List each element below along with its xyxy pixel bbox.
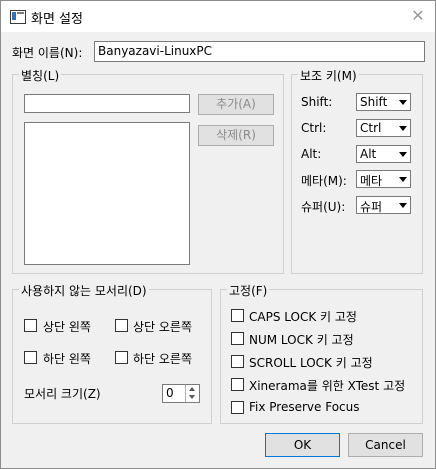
shift-select[interactable]: Shift (356, 93, 411, 111)
ctrl-select[interactable]: Ctrl (356, 119, 411, 137)
chevron-down-icon (399, 177, 407, 182)
num-lock-fix-checkbox[interactable] (231, 332, 244, 345)
chevron-down-icon (399, 126, 407, 131)
screen-settings-dialog: 화면 설정 ✕ 화면 이름(N): Banyazavi-LinuxPC 별칭(L… (0, 0, 436, 469)
add-alias-button[interactable]: 추가(A) (198, 94, 274, 115)
window-icon (10, 10, 26, 24)
num-lock-fix-label: NUM LOCK 키 고정 (249, 333, 354, 347)
close-icon[interactable]: ✕ (407, 6, 429, 26)
remove-alias-label: 삭제(R) (216, 128, 256, 142)
shift-select-value: Shift (360, 95, 388, 109)
cancel-label: Cancel (365, 438, 406, 452)
super-select-value: 슈퍼 (360, 200, 383, 214)
alias-input[interactable] (24, 94, 190, 113)
top-right-checkbox[interactable] (115, 319, 128, 332)
chevron-down-icon (399, 152, 407, 157)
scroll-lock-fix-label: SCROLL LOCK 키 고정 (249, 356, 373, 370)
chevron-down-icon (399, 100, 407, 105)
meta-select[interactable]: 메타 (356, 170, 411, 188)
ok-button[interactable]: OK (265, 433, 340, 457)
add-alias-label: 추가(A) (216, 97, 256, 111)
caps-lock-fix-checkbox[interactable] (231, 309, 244, 322)
modifier-label-super: 슈퍼(U): (301, 200, 346, 214)
remove-alias-button[interactable]: 삭제(R) (198, 125, 274, 146)
dead-corners-group-title: 사용하지 않는 모서리(D) (19, 282, 149, 299)
corner-size-spinner[interactable]: 0 (162, 384, 200, 403)
chevron-down-icon (399, 203, 407, 208)
alt-select[interactable]: Alt (356, 145, 411, 163)
screen-name-input[interactable]: Banyazavi-LinuxPC (94, 41, 425, 62)
spin-up-icon[interactable] (189, 387, 195, 391)
screen-name-label: 화면 이름(N): (12, 46, 83, 60)
corner-size-label: 모서리 크기(Z) (24, 387, 101, 401)
bottom-left-label: 하단 왼쪽 (43, 352, 91, 366)
spinner-buttons[interactable] (185, 385, 200, 402)
spin-down-icon[interactable] (189, 395, 195, 399)
top-left-checkbox[interactable] (24, 319, 37, 332)
meta-select-value: 메타 (360, 174, 383, 188)
aliases-group-title: 별칭(L) (19, 67, 62, 84)
bottom-right-label: 하단 오른쪽 (133, 352, 193, 366)
alias-list[interactable] (24, 122, 190, 265)
super-select[interactable]: 슈퍼 (356, 196, 411, 214)
ok-label: OK (293, 438, 312, 452)
preserve-focus-fix-checkbox[interactable] (231, 401, 244, 414)
bottom-right-checkbox[interactable] (115, 351, 128, 364)
modifier-label-ctrl: Ctrl: (301, 121, 327, 135)
top-right-label: 상단 오른쪽 (133, 320, 193, 334)
scroll-lock-fix-checkbox[interactable] (231, 355, 244, 368)
modifier-label-meta: 메타(M): (301, 174, 347, 188)
title-bar: 화면 설정 ✕ (1, 1, 435, 32)
ctrl-select-value: Ctrl (360, 121, 382, 135)
cancel-button[interactable]: Cancel (348, 433, 423, 457)
xtest-fix-label: Xinerama를 위한 XTest 고정 (249, 379, 406, 393)
window-title: 화면 설정 (31, 12, 83, 27)
corner-size-value: 0 (166, 386, 174, 400)
screen-name-value: Banyazavi-LinuxPC (98, 44, 213, 58)
fixes-group-title: 고정(F) (227, 282, 270, 299)
modifier-label-shift: Shift: (301, 95, 333, 109)
modifier-label-alt: Alt: (301, 147, 322, 161)
xtest-fix-checkbox[interactable] (231, 378, 244, 391)
preserve-focus-fix-label: Fix Preserve Focus (249, 400, 360, 414)
alt-select-value: Alt (360, 147, 377, 161)
top-left-label: 상단 왼쪽 (43, 320, 91, 334)
bottom-left-checkbox[interactable] (24, 351, 37, 364)
caps-lock-fix-label: CAPS LOCK 키 고정 (249, 310, 357, 324)
modifier-keys-group-title: 보조 키(M) (298, 67, 359, 84)
